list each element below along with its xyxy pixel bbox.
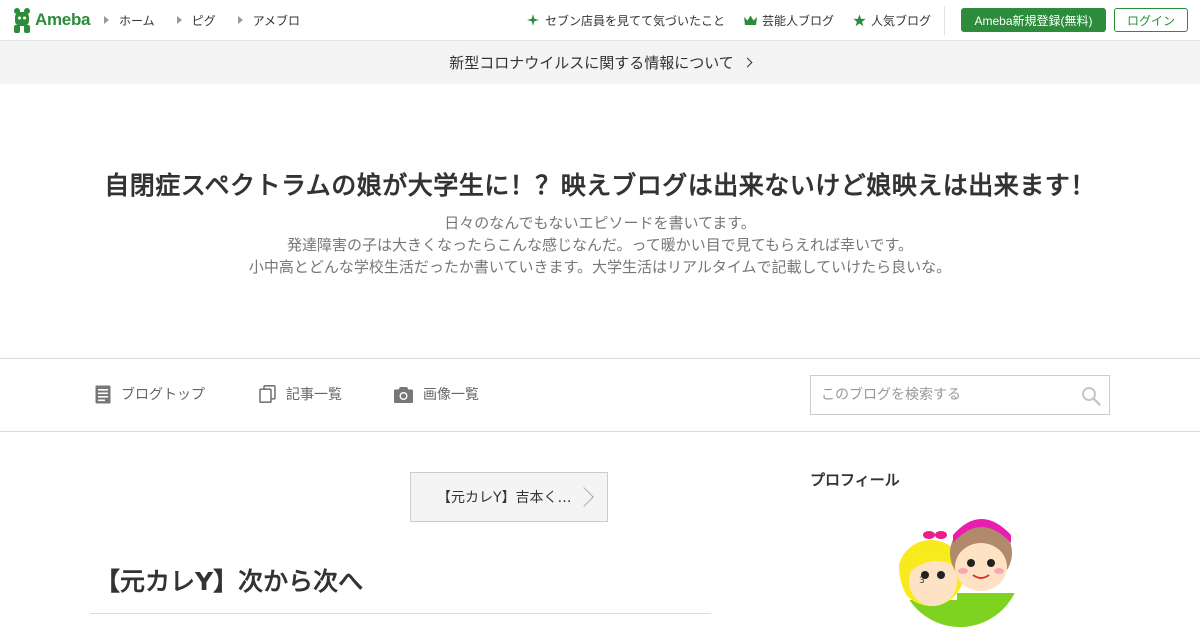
nav-celebrity-blog-label: 芸能人ブログ [762, 13, 835, 28]
header-divider [944, 6, 945, 35]
image-list-label: 画像一覧 [423, 387, 479, 403]
covid-notice-text: 新型コロナウイルスに関する情報について [449, 54, 734, 72]
prev-article-title: 【元カレY】吉本く… [437, 490, 572, 506]
blog-top-link[interactable]: ブログトップ [95, 384, 205, 404]
article-title[interactable]: 【元カレY】次から次へ [95, 562, 363, 598]
global-header: Ameba ホーム ピグ アメブロ セブン店員を見てて気づいたこと 芸能人ブログ [0, 0, 1200, 41]
camera-icon [394, 386, 413, 403]
nav-popular-blog[interactable]: 人気ブログ [853, 12, 931, 29]
profile-heading: プロフィール [810, 471, 900, 489]
blog-top-label: ブログトップ [121, 387, 205, 403]
ameba-logo[interactable]: Ameba [12, 7, 90, 33]
nav-celebrity-blog[interactable]: 芸能人ブログ [744, 12, 834, 29]
blog-search-input[interactable] [811, 376, 1071, 414]
nav-home[interactable]: ホーム [104, 12, 155, 29]
triangle-right-icon [176, 16, 182, 24]
global-nav-left: ホーム ピグ アメブロ [104, 0, 322, 40]
blog-description-line: 小中高とどんな学校生活だったか書いていきます。大学生活はリアルタイムで記載してい… [248, 258, 952, 276]
article-list-link[interactable]: 記事一覧 [259, 384, 342, 404]
ameba-mascot-icon [14, 8, 30, 33]
avatar-illustration: 3 [899, 505, 1021, 627]
crown-icon [744, 15, 758, 25]
covid-notice-link[interactable]: 新型コロナウイルスに関する情報について [0, 41, 1200, 84]
blog-search [810, 375, 1110, 415]
nav-trending-topic-label: セブン店員を見てて気づいたこと [545, 13, 726, 28]
nav-pigg-label: ピグ [191, 13, 216, 28]
copy-pages-icon [259, 385, 276, 403]
nav-pigg[interactable]: ピグ [176, 12, 216, 29]
nav-home-label: ホーム [119, 13, 155, 28]
chevron-right-icon [574, 487, 594, 507]
blog-description-line: 発達障害の子は大きくなったらこんな感じなんだ。って暖かい目で見てもらえれば幸いで… [286, 236, 914, 254]
triangle-right-icon [104, 16, 109, 24]
image-list-link[interactable]: 画像一覧 [394, 384, 479, 404]
blog-description-line: 日々のなんでもないエピソードを書いてます。 [444, 214, 756, 232]
triangle-right-icon [237, 16, 243, 24]
nav-trending-topic[interactable]: セブン店員を見てて気づいたこと [527, 12, 725, 29]
nav-popular-blog-label: 人気ブログ [871, 13, 932, 28]
blog-description: 日々のなんでもないエピソードを書いてます。 発達障害の子は大きくなったらこんな感… [0, 212, 1200, 278]
nav-ameblo-label: アメブロ [252, 13, 301, 28]
search-icon[interactable] [1081, 386, 1101, 406]
document-icon [95, 385, 111, 403]
sparkle-icon [527, 14, 539, 26]
register-button[interactable]: Ameba新規登録(無料) [961, 8, 1106, 32]
nav-ameblo[interactable]: アメブロ [237, 12, 301, 29]
global-nav-right: セブン店員を見てて気づいたこと 芸能人ブログ 人気ブログ [527, 0, 950, 40]
blog-title[interactable]: 自閉症スペクトラムの娘が大学生に！？映えブログは出来ないけど娘映えは出来ます！ [0, 166, 1200, 202]
chevron-right-icon [742, 57, 753, 68]
logo-text: Ameba [35, 10, 91, 29]
blog-nav: ブログトップ 記事一覧 画像一覧 [0, 358, 1200, 432]
star-icon [853, 14, 866, 26]
login-button[interactable]: ログイン [1114, 8, 1188, 32]
divider [90, 613, 711, 614]
svg-text:3: 3 [919, 576, 925, 586]
avatar[interactable]: 3 [899, 505, 1021, 627]
prev-article-link[interactable]: 【元カレY】吉本く… [410, 472, 608, 522]
article-list-label: 記事一覧 [286, 387, 342, 403]
